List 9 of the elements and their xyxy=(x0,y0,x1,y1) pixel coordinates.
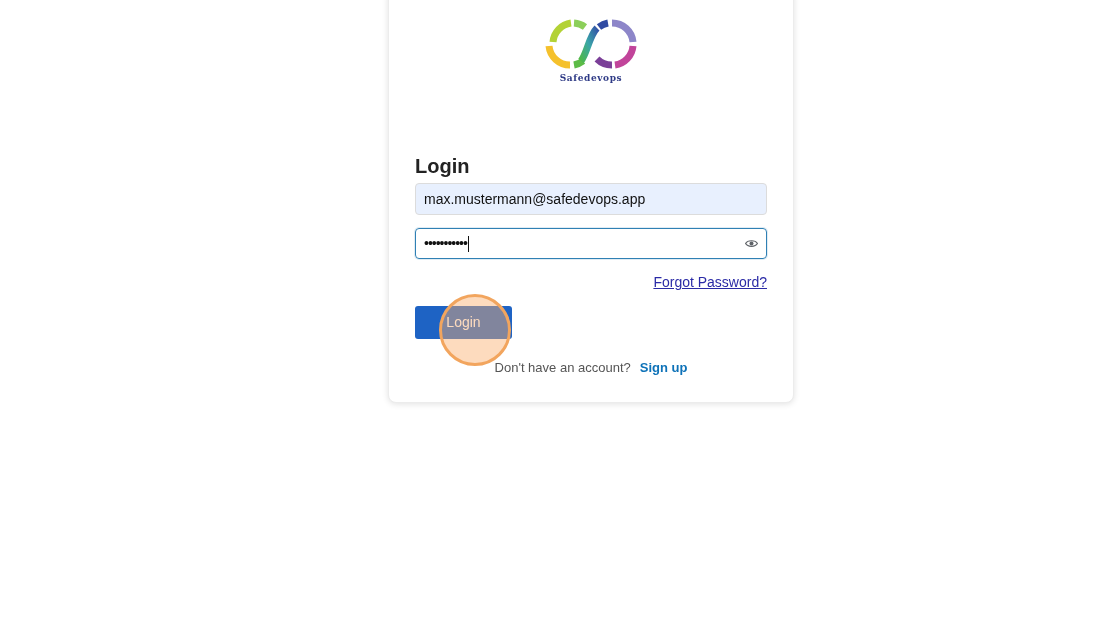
eye-icon[interactable] xyxy=(745,239,758,248)
forgot-password-link[interactable]: Forgot Password? xyxy=(653,274,767,290)
password-field[interactable]: ••••••••••• xyxy=(415,228,767,259)
logo-text: Safedevops xyxy=(559,72,623,84)
sign-up-link[interactable]: Sign up xyxy=(639,360,688,376)
email-field[interactable]: max.mustermann@safedevops.app xyxy=(415,183,767,215)
login-heading: Login xyxy=(415,154,471,178)
signup-prompt: Don't have an account? xyxy=(494,360,631,376)
text-cursor xyxy=(467,235,469,252)
